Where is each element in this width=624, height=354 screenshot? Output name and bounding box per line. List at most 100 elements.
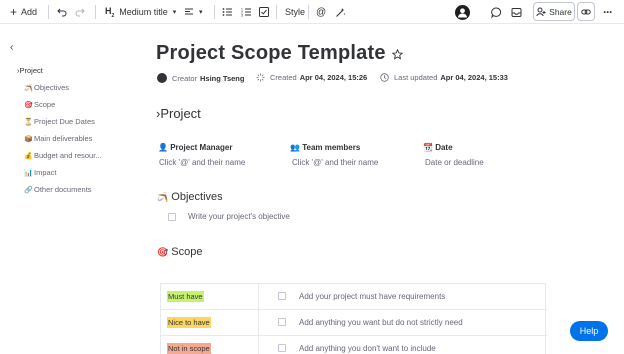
redo-icon: [75, 8, 85, 17]
boomerang-icon: 🪃: [24, 84, 33, 92]
team-members-label: 👥 Team members: [290, 143, 360, 152]
project-heading[interactable]: ›Project: [156, 106, 201, 121]
numbered-list-icon: 123: [241, 8, 251, 18]
comments-button[interactable]: [491, 0, 502, 24]
help-button[interactable]: Help: [570, 321, 608, 341]
svg-text:3: 3: [241, 14, 243, 18]
scope-heading[interactable]: 🎯 Scope: [157, 246, 202, 258]
boomerang-icon: 🪃: [157, 192, 169, 202]
link-icon: 🔗: [24, 186, 33, 194]
requirement-checkbox[interactable]: [278, 292, 286, 300]
align-dropdown[interactable]: ▾: [184, 0, 203, 24]
toolbar-divider: [95, 5, 96, 19]
toc-item-label: Impact: [34, 168, 57, 177]
ai-assistant-button[interactable]: [335, 0, 346, 24]
package-icon: 📦: [24, 135, 33, 143]
toc-item-label: Budget and resour...: [34, 151, 102, 160]
objective-input[interactable]: Write your project's objective: [188, 212, 290, 221]
scope-heading-text: Scope: [171, 246, 203, 258]
creator-name: Hsing Tseng: [200, 73, 245, 83]
toc-item-label: Other documents: [34, 185, 92, 194]
bullet-list-button[interactable]: [222, 0, 233, 24]
chevron-down-icon: ▾: [199, 9, 203, 16]
style-button[interactable]: Style: [285, 0, 305, 24]
toc-item-budget[interactable]: 💰 Budget and resour...: [17, 147, 107, 164]
toc-item-objectives[interactable]: 🪃 Objectives: [17, 79, 107, 96]
created-info: Created Apr 04, 2024, 15:26: [256, 73, 367, 82]
requirement-input[interactable]: Add anything you don't want to include: [299, 344, 436, 353]
heading-style-dropdown[interactable]: H2 Medium title ▾: [105, 0, 176, 24]
heading-style-label: Medium title: [119, 7, 168, 17]
objectives-heading[interactable]: 🪃 Objectives: [157, 191, 223, 203]
share-label: Share: [549, 6, 572, 17]
requirement-checkbox[interactable]: [278, 318, 286, 326]
mention-button[interactable]: @: [316, 0, 326, 24]
toolbar-divider: [214, 5, 215, 19]
toolbar-divider: [276, 5, 277, 19]
checklist-button[interactable]: [259, 0, 269, 24]
inbox-icon: [511, 7, 522, 17]
date-label: 📆 Date: [423, 143, 453, 152]
date-field[interactable]: Date or deadline: [425, 158, 484, 167]
creator-info: Creator Hsing Tseng: [157, 73, 244, 83]
activity-button[interactable]: [511, 0, 522, 24]
at-sign-icon: @: [316, 6, 327, 18]
toc-item-label: Objectives: [34, 83, 70, 92]
project-manager-label: 👤 Project Manager: [158, 143, 232, 152]
toc-item-impact[interactable]: 📊 Impact: [17, 164, 107, 181]
plus-icon: +: [10, 5, 18, 19]
magic-wand-icon: [336, 7, 346, 17]
clock-icon: [380, 73, 389, 82]
nice-to-have-tag: Nice to have: [167, 317, 211, 328]
toolbar-divider: [48, 5, 49, 19]
toc-item-label: Main deliverables: [34, 134, 93, 143]
more-horizontal-icon: ···: [603, 5, 613, 19]
add-label: Add: [21, 7, 38, 17]
not-in-scope-tag: Not in scope: [167, 343, 211, 354]
table-row: Nice to have Add anything you want but d…: [161, 310, 547, 336]
checkbox-icon: [259, 7, 269, 17]
style-label: Style: [285, 7, 306, 17]
add-person-icon: [536, 7, 546, 16]
updated-label: Last updated: [394, 73, 438, 82]
requirement-input[interactable]: Add your project must have requirements: [299, 292, 445, 301]
created-date: Apr 04, 2024, 15:26: [299, 73, 368, 82]
collapse-sidebar-icon[interactable]: ‹: [10, 42, 13, 53]
numbered-list-button[interactable]: 123: [241, 0, 252, 24]
hourglass-icon: ⏳: [24, 118, 33, 126]
avatar-icon: [455, 4, 470, 20]
target-icon: 🎯: [157, 247, 169, 257]
editor-toolbar: + Add H2 Medium title ▾ ▾ 123 Style @ Sh…: [0, 0, 624, 24]
undo-icon: [57, 8, 67, 17]
undo-button[interactable]: [57, 0, 67, 24]
project-manager-field[interactable]: Click '@' and their name: [159, 158, 245, 167]
toc-item-label: Scope: [34, 100, 56, 109]
table-row: Must have Add your project must have req…: [161, 284, 547, 310]
requirement-input[interactable]: Add anything you want but do not strictl…: [299, 318, 463, 327]
field-label-text: Team members: [302, 143, 361, 152]
toc-item-other-documents[interactable]: 🔗 Other documents: [17, 181, 107, 198]
toc-item-project[interactable]: › Project: [17, 62, 107, 79]
field-label-text: Project Manager: [170, 143, 233, 152]
created-label: Created: [270, 73, 297, 82]
copy-link-button[interactable]: [577, 2, 595, 21]
user-avatar[interactable]: [455, 0, 470, 24]
toc-item-label: Project: [19, 66, 43, 75]
team-members-field[interactable]: Click '@' and their name: [292, 158, 378, 167]
favorite-button[interactable]: [391, 47, 404, 65]
toc-item-deliverables[interactable]: 📦 Main deliverables: [17, 130, 107, 147]
align-left-icon: [185, 8, 193, 15]
more-options-button[interactable]: ···: [603, 0, 613, 24]
requirement-checkbox[interactable]: [278, 344, 286, 352]
toc-item-due-dates[interactable]: ⏳ Project Due Dates: [17, 113, 107, 130]
objectives-heading-text: Objectives: [171, 191, 223, 203]
objective-checkbox[interactable]: [168, 213, 176, 221]
toc-item-scope[interactable]: 🎯 Scope: [17, 96, 107, 113]
share-button[interactable]: Share: [533, 2, 575, 21]
creator-avatar: [157, 73, 167, 83]
redo-button[interactable]: [75, 0, 85, 24]
column-divider: [258, 284, 259, 354]
page-title[interactable]: Project Scope Template: [156, 42, 386, 65]
heading-icon: H2: [105, 5, 115, 19]
add-button[interactable]: + Add: [10, 0, 37, 24]
